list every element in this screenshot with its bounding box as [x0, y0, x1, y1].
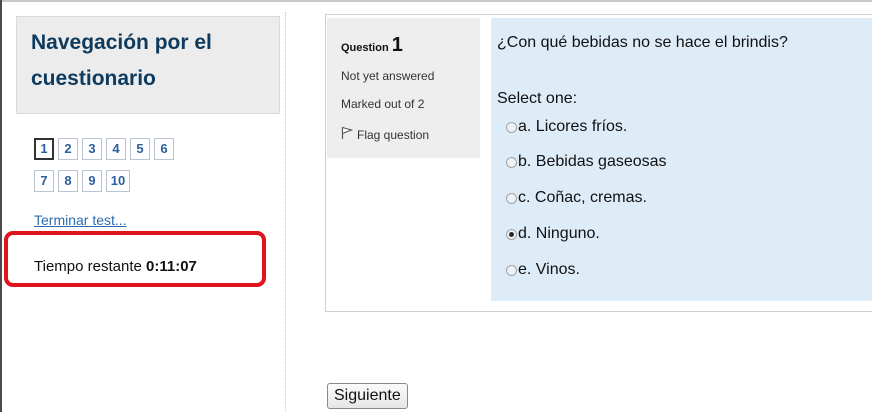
question-button-3[interactable]: 3 [82, 138, 102, 160]
answer-option-a[interactable]: a. Licores fríos. [506, 118, 627, 136]
next-page-button[interactable]: Siguiente [327, 383, 408, 409]
column-divider [285, 12, 286, 412]
radio-b[interactable] [506, 156, 517, 168]
question-number: 1 [391, 34, 403, 56]
question-button-2[interactable]: 2 [58, 138, 78, 160]
radio-e[interactable] [506, 264, 517, 276]
flag-icon [341, 126, 354, 143]
flag-question-toggle[interactable]: Flag question [341, 126, 429, 143]
question-button-10[interactable]: 10 [106, 170, 130, 192]
flag-question-label: Flag question [357, 127, 430, 142]
quiz-navigation-title-line1: Navegación por el [31, 31, 212, 54]
question-number-row-2: 7 8 9 10 [34, 170, 274, 192]
quiz-navigation-block: Navegación por el cuestionario [16, 16, 280, 114]
time-remaining: Tiempo restante 0:11:07 [34, 258, 197, 275]
radio-c[interactable] [506, 192, 517, 204]
quiz-navigation-title-line2: cuestionario [31, 67, 156, 90]
answer-option-d[interactable]: d. Ninguno. [506, 225, 600, 243]
question-label: Question [341, 42, 389, 54]
question-number-row-1: 1 2 3 4 5 6 [34, 138, 274, 160]
question-button-6[interactable]: 6 [154, 138, 174, 160]
answer-option-c-label: c. Coñac, cremas. [518, 189, 647, 206]
question-grade: Marked out of 2 [341, 97, 425, 111]
answer-option-e-label: e. Vinos. [518, 261, 580, 278]
window-top-border [0, 0, 872, 2]
answer-prompt: Select one: [497, 90, 578, 107]
question-button-5[interactable]: 5 [130, 138, 150, 160]
radio-a[interactable] [506, 121, 517, 133]
question-button-4[interactable]: 4 [106, 138, 126, 160]
quiz-navigation-header: Navegación por el cuestionario [16, 16, 280, 114]
answer-option-e[interactable]: e. Vinos. [506, 261, 580, 279]
question-button-7[interactable]: 7 [34, 170, 54, 192]
time-remaining-value: 0:11:07 [146, 258, 197, 275]
window-left-border [0, 0, 2, 412]
answer-option-b[interactable]: b. Bebidas gaseosas [506, 153, 667, 171]
answer-option-a-label: a. Licores fríos. [518, 118, 628, 135]
question-button-8[interactable]: 8 [58, 170, 78, 192]
finish-attempt-link[interactable]: Terminar test... [34, 212, 127, 228]
question-title: Question 1 [341, 34, 403, 57]
question-button-1[interactable]: 1 [34, 138, 54, 160]
question-state: Not yet answered [341, 69, 435, 83]
time-remaining-label: Tiempo restante [34, 258, 142, 275]
answer-option-b-label: b. Bebidas gaseosas [518, 153, 667, 170]
answer-option-d-label: d. Ninguno. [518, 225, 600, 242]
question-button-9[interactable]: 9 [82, 170, 102, 192]
answer-option-c[interactable]: c. Coñac, cremas. [506, 189, 647, 207]
question-text: ¿Con qué bebidas no se hace el brindis? [497, 34, 788, 51]
radio-d[interactable] [506, 228, 517, 240]
question-number-grid: 1 2 3 4 5 6 7 8 9 10 [34, 138, 274, 202]
